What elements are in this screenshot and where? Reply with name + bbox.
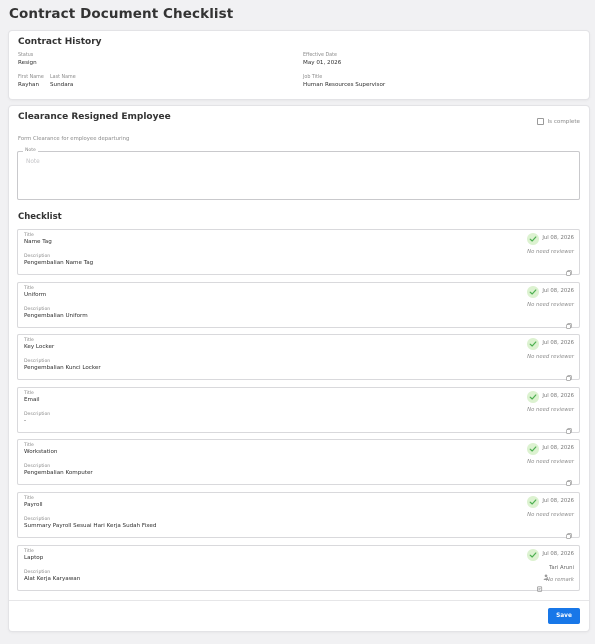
item-description-label: Description — [24, 570, 51, 575]
last-name-label: Last Name — [50, 75, 76, 80]
copy-icon[interactable] — [566, 419, 572, 434]
item-reviewer: No need reviewer — [527, 407, 574, 413]
status-label: Status — [18, 53, 34, 58]
item-description-label: Description — [24, 412, 51, 417]
item-reviewer: No need reviewer — [527, 249, 574, 255]
item-reviewer: No need reviewer — [527, 302, 574, 308]
job-title-value: Human Resources Supervisor — [303, 82, 386, 88]
clearance-title: Clearance Resigned Employee — [18, 112, 171, 122]
checklist-item: Title Uniform Description Pengembalian Unif… — [17, 282, 580, 329]
item-title-label: Title — [24, 496, 34, 501]
item-date: Jul 08, 2026 — [542, 445, 574, 451]
item-description-label: Description — [24, 307, 51, 312]
checklist-item: Title Workstation Description Pengembalian … — [17, 439, 580, 486]
item-title: Key Locker — [24, 344, 55, 350]
job-title-label: Job Title — [303, 75, 323, 80]
item-description: Pengembalian Kunci Locker — [24, 365, 101, 371]
item-description-label: Description — [24, 254, 51, 259]
item-title: Laptop — [24, 555, 44, 561]
effective-date-value: May 01, 2026 — [303, 60, 342, 66]
item-title: Uniform — [24, 292, 47, 298]
copy-icon[interactable] — [566, 314, 572, 329]
note-label: Note — [23, 148, 38, 153]
item-reviewer: No need reviewer — [527, 459, 574, 465]
item-remark: No remark — [546, 577, 574, 583]
remark-icon[interactable] — [537, 577, 543, 592]
item-title: Email — [24, 397, 40, 403]
effective-date-label: Effective Date — [303, 53, 337, 58]
check-circle-icon — [527, 286, 539, 298]
item-title-label: Title — [24, 443, 34, 448]
is-complete-checkbox-wrapper[interactable]: Is complete — [536, 118, 580, 125]
item-description-label: Description — [24, 517, 51, 522]
checklist-item: Title Name Tag Description Pengembalian Nam… — [17, 229, 580, 276]
checklist-item: Title Email Description - Jul 08, 2026 No nee… — [17, 387, 580, 434]
item-reviewer: No need reviewer — [527, 512, 574, 518]
item-title: Payroll — [24, 502, 43, 508]
item-reviewer: No need reviewer — [527, 354, 574, 360]
note-textarea[interactable]: Note Note — [17, 148, 580, 200]
item-title-label: Title — [24, 338, 34, 343]
item-description-label: Description — [24, 464, 51, 469]
checklist-item: Title Payroll Description Summary Payroll S… — [17, 492, 580, 539]
item-reviewer-name: Tari Aruni — [549, 565, 574, 571]
contract-history-title: Contract History — [18, 37, 102, 47]
first-name-value: Rayhan — [18, 82, 40, 88]
item-date: Jul 08, 2026 — [542, 393, 574, 399]
item-description: Pengembalian Uniform — [24, 313, 88, 319]
item-date: Jul 08, 2026 — [542, 235, 574, 241]
copy-icon[interactable] — [566, 524, 572, 539]
item-date: Jul 08, 2026 — [542, 340, 574, 346]
item-date: Jul 08, 2026 — [542, 288, 574, 294]
first-name-label: First Name — [18, 75, 44, 80]
item-description: - — [24, 418, 27, 424]
item-description: Summary Payroll Sesuai Hari Kerja Sudah … — [24, 523, 157, 529]
contract-history-card: Contract History Status Resign Effective… — [9, 31, 589, 99]
footer-divider — [9, 600, 589, 601]
item-title-label: Title — [24, 391, 34, 396]
checklist-item: Title Laptop Description Alat Kerja Karyawa… — [17, 545, 580, 592]
is-complete-label: Is complete — [547, 118, 580, 125]
check-circle-icon — [527, 496, 539, 508]
last-name-value: Sundara — [50, 82, 74, 88]
item-description: Alat Kerja Karyawan — [24, 576, 81, 582]
check-circle-icon — [527, 338, 539, 350]
check-circle-icon — [527, 443, 539, 455]
item-title: Workstation — [24, 449, 58, 455]
status-value: Resign — [18, 60, 37, 66]
copy-icon[interactable] — [566, 366, 572, 381]
copy-icon[interactable] — [566, 471, 572, 486]
clearance-card: Clearance Resigned Employee Is complete … — [9, 106, 589, 631]
item-description: Pengembalian Name Tag — [24, 260, 94, 266]
copy-icon[interactable] — [566, 261, 572, 276]
save-button[interactable]: Save — [548, 608, 580, 624]
clearance-subtitle: Form Clearance for employee departuring — [18, 136, 130, 142]
item-date: Jul 08, 2026 — [542, 551, 574, 557]
item-description-label: Description — [24, 359, 51, 364]
check-circle-icon — [527, 391, 539, 403]
item-title-label: Title — [24, 286, 34, 291]
checklist-title: Checklist — [18, 212, 62, 222]
is-complete-checkbox[interactable] — [536, 118, 544, 125]
checklist-item: Title Key Locker Description Pengembalian K… — [17, 334, 580, 381]
item-date: Jul 08, 2026 — [542, 498, 574, 504]
check-circle-icon — [527, 549, 539, 561]
item-title-label: Title — [24, 549, 34, 554]
item-title-label: Title — [24, 233, 34, 238]
page-title: Contract Document Checklist — [9, 6, 234, 22]
item-title: Name Tag — [24, 239, 52, 245]
check-circle-icon — [527, 233, 539, 245]
note-placeholder: Note — [26, 159, 40, 165]
item-description: Pengembalian Komputer — [24, 470, 93, 476]
